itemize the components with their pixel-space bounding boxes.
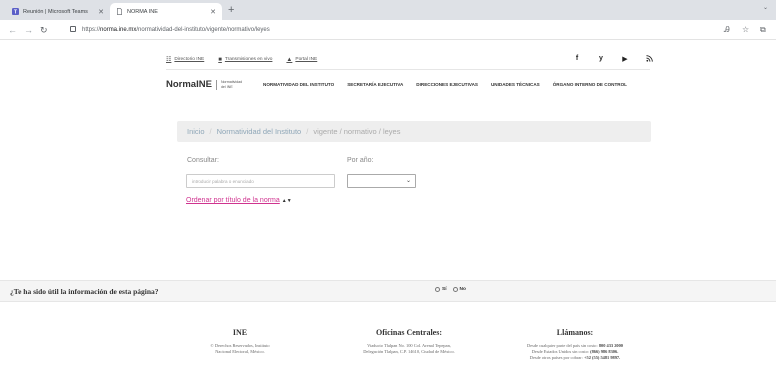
radio-label: No [459,287,466,292]
footer-col-ine: INE © Derechos Reservados, Instituto Nac… [180,328,300,355]
forward-icon[interactable]: → [24,24,33,36]
footer-title: Llámanos: [556,328,594,337]
sort-icon: ▲▼ [281,198,292,204]
footer-col-oficinas: Oficinas Centrales: Viaducto Tlalpan No.… [334,328,484,355]
tab-title: Reunión | Microsoft Teams [23,8,88,15]
breadcrumb: Inicio / Normatividad del Instituto / vi… [177,121,651,142]
directory-icon: ☷ [166,57,172,63]
header-divider [166,69,650,70]
video-icon: ■ [218,56,222,63]
phone-desc: Desde otros países por cobrar: [529,355,585,360]
collections-icon[interactable]: ⧉ [760,25,766,35]
browser-tab-teams[interactable]: T Reunión | Microsoft Teams ✕ [6,3,110,20]
youtube-icon[interactable]: ▶ [620,55,630,64]
feedback-yes-radio[interactable]: Sí [435,287,447,292]
twitter-icon[interactable]: y [596,55,606,64]
lock-icon [70,26,76,32]
nav-normatividad[interactable]: NORMATIVIDAD DEL INSTITUTO [263,82,334,87]
portal-icon: ▲ [286,56,293,63]
brand-subtitle: Normatividad del INE [220,80,243,89]
facebook-icon[interactable]: f [572,55,582,64]
close-tab-icon[interactable]: ✕ [210,8,216,16]
browser-tab-bar: T Reunión | Microsoft Teams ✕ NORMA INE … [0,0,776,20]
teams-icon: T [12,8,19,15]
nav-secretaria[interactable]: SECRETARÍA EJECUTIVA [347,82,403,87]
brand-separator [215,79,217,90]
url-host: norma.ine.mx [100,27,137,33]
consultar-label: Consultar: [187,157,219,164]
new-tab-icon[interactable]: + [228,3,234,17]
radio-label: Sí [442,287,447,292]
phone-desc: Desde Estados Unidos sin costo: [531,349,591,354]
tab-title: NORMA INE [127,8,158,15]
breadcrumb-current: vigente / normativo / leyes [313,127,401,136]
footer-title: INE [232,328,248,337]
breadcrumb-separator: / [209,127,212,136]
feedback-options: Sí No [435,287,466,292]
search-input[interactable] [186,174,335,188]
url-prefix: https:// [82,27,101,33]
breadcrumb-inicio[interactable]: Inicio [187,127,205,136]
sort-by-title-link[interactable]: Ordenar por título de la norma ▲▼ [186,197,292,204]
feedback-no-radio[interactable]: No [452,287,466,292]
breadcrumb-normatividad[interactable]: Normatividad del Instituto [217,127,302,136]
page-icon [117,8,122,15]
radio-circle [435,287,440,292]
rss-glyph [645,55,653,62]
utility-bar: ☷ Directorio INE ■ Transmisiones en vivo… [166,56,317,64]
footer-text: Nacional Electoral, México. [215,349,265,354]
url-path: /normatividad-del-instituto/vigente/norm… [136,27,270,33]
feedback-question: ¿Te ha sido útil la información de esta … [10,287,159,296]
nav-organo[interactable]: ÓRGANO INTERNO DE CONTROL [553,82,627,87]
radio-circle [452,287,458,292]
sort-link-label: Ordenar por título de la norma [186,197,280,204]
footer-col-llamanos: Llámanos: Desde cualquier parte del país… [500,328,650,361]
phone-number[interactable]: 800 433 2000 [599,343,623,348]
browser-toolbar: ← → ↻ https://norma.ine.mx/normatividad-… [0,20,776,40]
reload-icon[interactable]: ↻ [40,24,48,36]
browser-tab-norma[interactable]: NORMA INE ✕ [110,3,222,20]
utility-link-directorio[interactable]: ☷ Directorio INE [166,56,204,63]
utility-link-label: Transmisiones en vivo [224,57,273,62]
year-label: Por año: [347,157,374,164]
utility-link-label: Directorio INE [174,57,205,62]
tab-search-icon[interactable]: ⌄ [763,4,768,11]
site-logo[interactable]: NormaINE Normatividad del INE [166,79,243,90]
year-select[interactable]: ⌄ [347,174,416,188]
reader-icon[interactable]: Ꭿ [724,25,730,35]
nav-direcciones[interactable]: DIRECCIONES EJECUTIVAS [416,82,478,87]
address-bar[interactable]: https://norma.ine.mx/normatividad-del-in… [70,24,270,36]
footer-text: Delegación Tlalpan, C.P. 14610, Ciudad d… [363,349,455,354]
phone-number[interactable]: (866) 986 8306. [590,349,618,354]
rss-icon[interactable] [644,55,654,64]
utility-link-portal[interactable]: ▲ Portal INE [286,56,317,63]
footer-text: Desde otros países por cobrar: +52 (55) … [500,355,650,361]
favorites-icon[interactable]: ☆ [742,25,749,35]
phone-desc: Desde cualquier parte del país sin costo… [527,343,599,348]
chevron-down-icon: ⌄ [405,178,411,184]
utility-link-label: Portal INE [295,57,318,62]
nav-unidades[interactable]: UNIDADES TÉCNICAS [491,82,540,87]
close-tab-icon[interactable]: ✕ [98,8,104,16]
phone-number[interactable]: +52 (55) 5481 9897. [584,355,620,360]
brand-name: NormaINE [166,79,212,90]
social-links: f y ▶ [572,55,654,64]
utility-link-transmisiones[interactable]: ■ Transmisiones en vivo [218,56,272,63]
footer-title: Oficinas Centrales: [376,328,442,337]
breadcrumb-separator: / [306,127,309,136]
back-icon[interactable]: ← [8,24,17,36]
main-nav: NORMATIVIDAD DEL INSTITUTO SECRETARÍA EJ… [263,82,627,87]
